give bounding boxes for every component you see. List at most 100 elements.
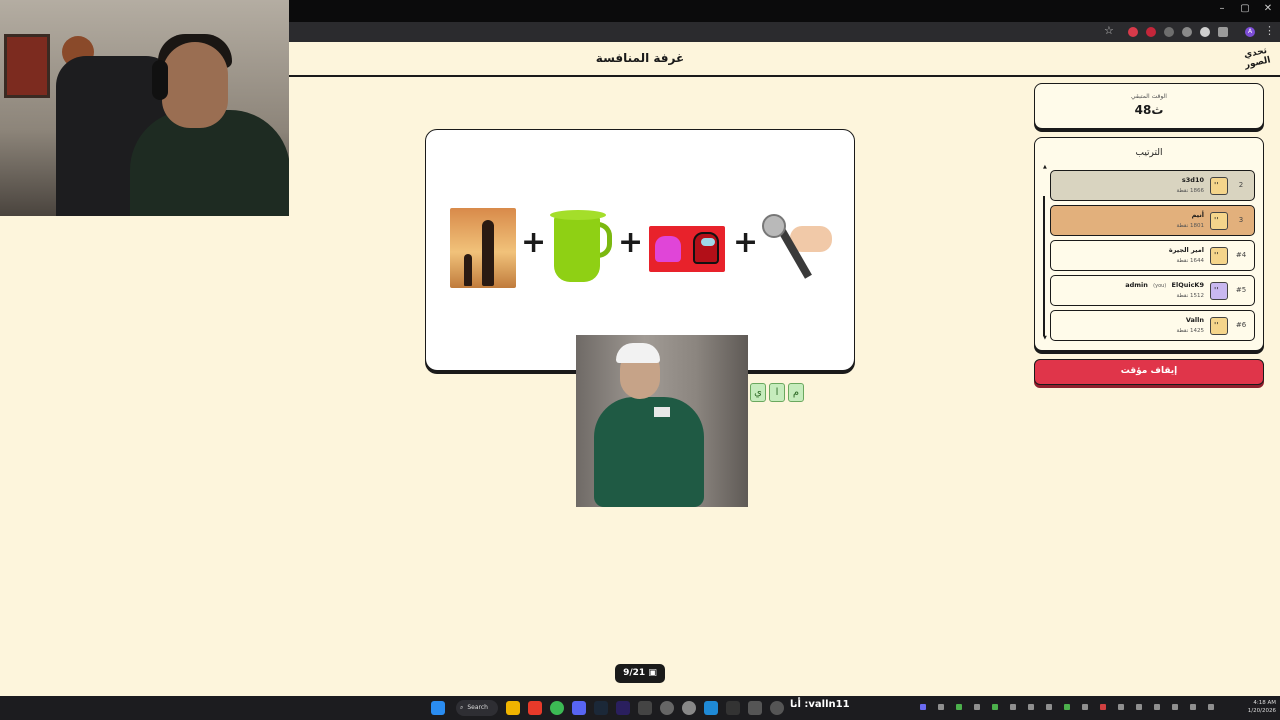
plus-sign: + (733, 225, 759, 260)
rank-number: 3 (1238, 216, 1244, 224)
tray-icon[interactable] (956, 704, 962, 710)
ranking-row[interactable]: #4 '' امير الجيرة 1644 نقطة (1050, 240, 1255, 271)
player-points: 1512 نقطة (1176, 293, 1204, 299)
ranking-row[interactable]: 3 '' أنيم 1801 نقطة (1050, 205, 1255, 236)
rank-number: #4 (1235, 251, 1247, 259)
reaction-gif (576, 335, 748, 507)
clock-date: 1/20/2026 (1247, 708, 1276, 714)
rank-number: #5 (1235, 286, 1247, 294)
extension-icon[interactable] (1128, 27, 1138, 37)
tray-icon[interactable] (1154, 704, 1160, 710)
premiere-icon[interactable] (616, 701, 630, 715)
app-icon[interactable] (528, 701, 542, 715)
search-icon: ⌕ (460, 704, 464, 711)
player-name-line: admin (you) ElQuicK9 (1125, 281, 1204, 289)
rank-number: #6 (1235, 321, 1247, 329)
avatar: '' (1210, 282, 1228, 300)
tray-icon[interactable] (992, 704, 998, 710)
sunset-silhouette-image (450, 208, 516, 288)
tray-icon[interactable] (920, 704, 926, 710)
tray-icon[interactable] (1064, 704, 1070, 710)
scroll-up-icon[interactable]: ▲ (1043, 164, 1047, 170)
app-icon[interactable] (726, 701, 740, 715)
ranking-title: الترتيب (1135, 148, 1163, 158)
close-button[interactable]: ✕ (1256, 3, 1280, 14)
answer-letter[interactable]: م (788, 383, 804, 402)
question-counter: 9/21 ▣ (615, 664, 665, 683)
file-explorer-icon[interactable] (506, 701, 520, 715)
rank-number: 2 (1238, 181, 1244, 189)
player-name: s3d10 (1181, 176, 1204, 184)
timer-label: الوقت المتبقي (1131, 93, 1167, 100)
scroll-down-icon[interactable]: ▼ (1043, 335, 1047, 341)
microphone-image (760, 208, 832, 288)
app-icon[interactable] (638, 701, 652, 715)
windows-taskbar: ⌕ Search أنا :valln11 4:18 AM 1/20/2026 (0, 696, 1280, 720)
admin-badge: admin (1125, 281, 1148, 289)
timer-box: الوقت المتبقي 48ث (1034, 83, 1264, 129)
clock-time: 4:18 AM (1253, 700, 1276, 706)
ranking-row[interactable]: #5 '' admin (you) ElQuicK9 1512 نقطة (1050, 275, 1255, 306)
question-counter-text: 9/21 (623, 668, 646, 678)
wifi-icon[interactable] (1172, 704, 1178, 710)
windows-start-icon[interactable] (431, 701, 445, 715)
taskbar-search-button[interactable]: ⌕ Search (456, 700, 498, 716)
battery-icon[interactable] (1208, 704, 1214, 710)
puzzle-extensions-icon[interactable] (1218, 27, 1228, 37)
vscode-icon[interactable] (704, 701, 718, 715)
player-name: أنيم (1191, 211, 1204, 219)
app-icon[interactable] (660, 701, 674, 715)
extension-icon[interactable] (1200, 27, 1210, 37)
ranking-row[interactable]: 2 '' s3d10 1866 نقطة (1050, 170, 1255, 201)
extension-icon[interactable] (1164, 27, 1174, 37)
tray-icon[interactable] (1028, 704, 1034, 710)
answer-letter[interactable]: ا (769, 383, 785, 402)
avatar: '' (1210, 247, 1228, 265)
minimize-button[interactable]: – (1210, 3, 1234, 14)
tray-icon[interactable] (1118, 704, 1124, 710)
tray-icon[interactable] (1046, 704, 1052, 710)
avatar: '' (1210, 177, 1228, 195)
player-name: ElQuicK9 (1171, 281, 1204, 289)
scrollbar[interactable] (1043, 196, 1045, 336)
app-icon[interactable] (770, 701, 784, 715)
search-label: Search (467, 704, 488, 711)
extension-icon[interactable] (1182, 27, 1192, 37)
among-us-image (649, 226, 725, 272)
steam-icon[interactable] (594, 701, 608, 715)
page-title: غرفة المنافسة (595, 51, 685, 65)
maximize-button[interactable]: ▢ (1233, 3, 1257, 14)
stream-overlay-text: أنا :valln11 (790, 699, 850, 710)
app-icon[interactable] (748, 701, 762, 715)
answer-letter[interactable]: ي (750, 383, 766, 402)
player-points: 1801 نقطة (1176, 223, 1204, 229)
bookmark-star-icon[interactable]: ☆ (1104, 24, 1114, 37)
ranking-row[interactable]: #6 '' Valln 1425 نقطة (1050, 310, 1255, 341)
taskbar-clock[interactable]: 4:18 AM 1/20/2026 (1236, 699, 1276, 715)
plus-sign: + (618, 225, 644, 260)
player-points: 1866 نقطة (1176, 188, 1204, 194)
tray-icon[interactable] (1136, 704, 1142, 710)
extension-icon[interactable] (1146, 27, 1156, 37)
kebab-menu-icon[interactable]: ⋮ (1264, 24, 1275, 37)
webcam-overlay (0, 0, 289, 216)
player-name: امير الجيرة (1168, 246, 1204, 254)
plus-sign: + (521, 225, 547, 260)
profile-avatar[interactable]: A (1245, 27, 1255, 37)
avatar: '' (1210, 317, 1228, 335)
logo[interactable]: تحدي الصور (1238, 45, 1276, 76)
volume-icon[interactable] (1190, 704, 1196, 710)
player-points: 1425 نقطة (1176, 328, 1204, 334)
chrome-icon[interactable] (550, 701, 564, 715)
tray-icon[interactable] (974, 704, 980, 710)
tray-icon[interactable] (938, 704, 944, 710)
avatar: '' (1210, 212, 1228, 230)
tray-icon[interactable] (1082, 704, 1088, 710)
pause-button[interactable]: إيقاف مؤقت (1034, 359, 1264, 385)
app-icon[interactable] (682, 701, 696, 715)
player-name: Valln (1185, 316, 1204, 324)
discord-icon[interactable] (572, 701, 586, 715)
tray-icon[interactable] (1010, 704, 1016, 710)
tray-icon[interactable] (1100, 704, 1106, 710)
you-badge: (you) (1153, 283, 1167, 289)
